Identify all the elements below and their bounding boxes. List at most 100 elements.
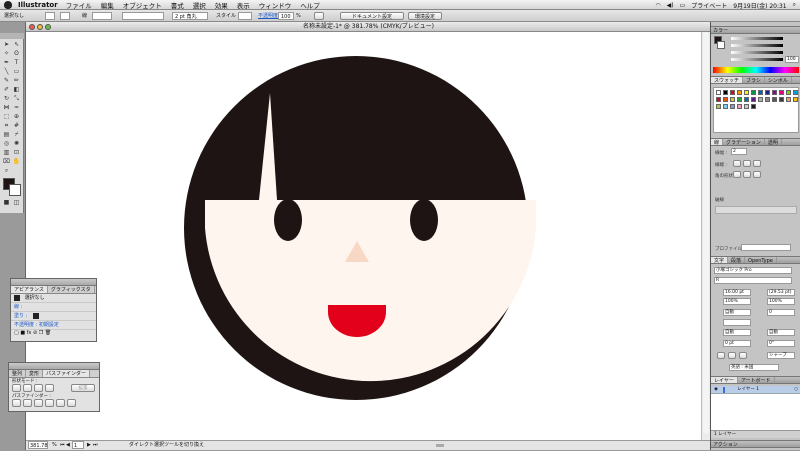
- magic-wand-icon[interactable]: ✧: [2, 50, 11, 58]
- appearance-fill-row[interactable]: 塗り :: [11, 312, 96, 321]
- close-window-icon[interactable]: [29, 24, 35, 30]
- spotlight-icon[interactable]: ⌕: [793, 1, 796, 9]
- pen-tool-icon[interactable]: ✒: [2, 59, 11, 67]
- mesh-tool-icon[interactable]: #: [12, 122, 21, 130]
- swatch[interactable]: [744, 90, 749, 95]
- divide-icon[interactable]: [12, 399, 21, 407]
- minus-back-icon[interactable]: [67, 399, 76, 407]
- tab-swatches[interactable]: スウォッチ: [711, 77, 744, 84]
- swatch[interactable]: [779, 97, 784, 102]
- swatch-grid[interactable]: [713, 87, 799, 133]
- appearance-panel-titlebar[interactable]: [11, 279, 96, 286]
- horizontal-scroll-thumb[interactable]: [436, 444, 444, 447]
- appearance-opacity-row[interactable]: 不透明度 : 初期設定: [11, 321, 96, 330]
- tate-chu-yoko-icon[interactable]: [717, 352, 725, 359]
- scale-tool-icon[interactable]: ⤡: [12, 95, 21, 103]
- layers-list-area[interactable]: [711, 394, 800, 430]
- menu-file[interactable]: ファイル: [66, 0, 92, 10]
- next-page-icon[interactable]: ▶: [87, 441, 91, 450]
- minimize-window-icon[interactable]: [37, 24, 43, 30]
- cyan-slider[interactable]: [731, 37, 783, 40]
- stroke-swatch[interactable]: [60, 12, 70, 20]
- artboard-canvas[interactable]: [26, 32, 702, 440]
- swatch[interactable]: [779, 90, 784, 95]
- font-size-field[interactable]: 16.00 pt: [723, 289, 751, 296]
- tab-transparency[interactable]: 透明: [765, 139, 782, 146]
- perspective-grid-icon[interactable]: ⌗: [2, 122, 11, 130]
- outline-icon[interactable]: [56, 399, 65, 407]
- swatch[interactable]: [730, 90, 735, 95]
- strikethrough-icon[interactable]: [739, 352, 747, 359]
- miter-join-icon[interactable]: [733, 171, 741, 178]
- underline-icon[interactable]: [728, 352, 736, 359]
- eraser-icon[interactable]: ◧: [12, 86, 21, 94]
- tab-graphic-styles[interactable]: グラフィックスタ: [48, 286, 95, 293]
- fill-row-label[interactable]: 塗り :: [14, 313, 27, 319]
- menu-select[interactable]: 選択: [193, 0, 206, 10]
- width-tool-icon[interactable]: ⋈: [2, 104, 11, 112]
- anti-alias-select[interactable]: シャープ: [767, 352, 795, 359]
- swatch[interactable]: [751, 97, 756, 102]
- add-stroke-icon[interactable]: ▢: [14, 330, 19, 336]
- stroke-row-label[interactable]: 線 :: [14, 304, 22, 310]
- paintbrush-icon[interactable]: ✎: [2, 77, 11, 85]
- color-stroke-chip[interactable]: [717, 41, 725, 49]
- aki-left-field[interactable]: 自動: [723, 329, 751, 336]
- line-tool-icon[interactable]: ╲: [2, 68, 11, 76]
- leading-field[interactable]: (29.53 pt): [767, 289, 795, 296]
- left-eye[interactable]: [274, 199, 302, 241]
- swatch[interactable]: [744, 104, 749, 109]
- round-join-icon[interactable]: [743, 171, 751, 178]
- swatch[interactable]: [737, 90, 742, 95]
- swatch[interactable]: [793, 97, 798, 102]
- profile-select[interactable]: [741, 244, 791, 251]
- aki-right-field[interactable]: 自動: [767, 329, 795, 336]
- tab-appearance[interactable]: アピアランス: [11, 286, 48, 293]
- scroll-thumb[interactable]: [703, 32, 709, 434]
- swatch[interactable]: [730, 104, 735, 109]
- warp-tool-icon[interactable]: ≈: [12, 104, 21, 112]
- kerning-field[interactable]: 自動: [723, 309, 751, 316]
- opacity-row-label[interactable]: 不透明度 : 初期設定: [14, 322, 59, 328]
- brush-select[interactable]: 2 pt 角丸: [172, 12, 208, 20]
- lasso-icon[interactable]: ʘ: [12, 50, 21, 58]
- tab-transform[interactable]: 変形: [26, 370, 44, 377]
- menu-help[interactable]: ヘルプ: [300, 0, 320, 10]
- fx-icon[interactable]: fx: [27, 330, 32, 336]
- opacity-link[interactable]: 不透明度: [258, 12, 278, 20]
- color-panel-tab[interactable]: カラー: [711, 26, 800, 34]
- round-cap-icon[interactable]: [743, 160, 751, 167]
- magenta-slider[interactable]: [731, 44, 783, 47]
- tab-align[interactable]: 整列: [9, 370, 27, 377]
- crop-icon[interactable]: [45, 399, 54, 407]
- status-text[interactable]: ダイレクト選択ツールを切り換え: [129, 441, 204, 450]
- prev-page-icon[interactable]: ◀: [66, 441, 70, 450]
- shape-builder-icon[interactable]: ⊕: [12, 113, 21, 121]
- layer-name[interactable]: レイヤー 1: [737, 386, 759, 394]
- fill-swatch-mini[interactable]: [32, 312, 39, 319]
- swatch[interactable]: [723, 104, 728, 109]
- dash-fields[interactable]: [715, 206, 797, 214]
- draw-mode-icon[interactable]: ◫: [12, 199, 21, 207]
- projecting-cap-icon[interactable]: [753, 160, 761, 167]
- wifi-icon[interactable]: ◠: [655, 2, 660, 9]
- swatch[interactable]: [716, 90, 721, 95]
- free-transform-icon[interactable]: ⬚: [2, 113, 11, 121]
- menu-edit[interactable]: 編集: [101, 0, 114, 10]
- preferences-button[interactable]: 環境設定: [408, 12, 442, 20]
- font-style-select[interactable]: R: [714, 277, 792, 284]
- swatch[interactable]: [716, 104, 721, 109]
- swatch[interactable]: [737, 104, 742, 109]
- language-select[interactable]: 英語 : 米国: [729, 364, 779, 371]
- opacity-field[interactable]: 100: [278, 12, 294, 20]
- exclude-icon[interactable]: [45, 384, 54, 392]
- swatch[interactable]: [772, 90, 777, 95]
- tab-gradient[interactable]: グラデーション: [723, 139, 765, 146]
- butt-cap-icon[interactable]: [733, 160, 741, 167]
- horizontal-scale-field[interactable]: 100%: [767, 298, 795, 305]
- swatch[interactable]: [751, 90, 756, 95]
- color-spectrum-bar[interactable]: [713, 67, 799, 73]
- merge-icon[interactable]: [34, 399, 43, 407]
- apple-menu-icon[interactable]: [4, 0, 12, 9]
- vertical-scale-field[interactable]: 100%: [723, 298, 751, 305]
